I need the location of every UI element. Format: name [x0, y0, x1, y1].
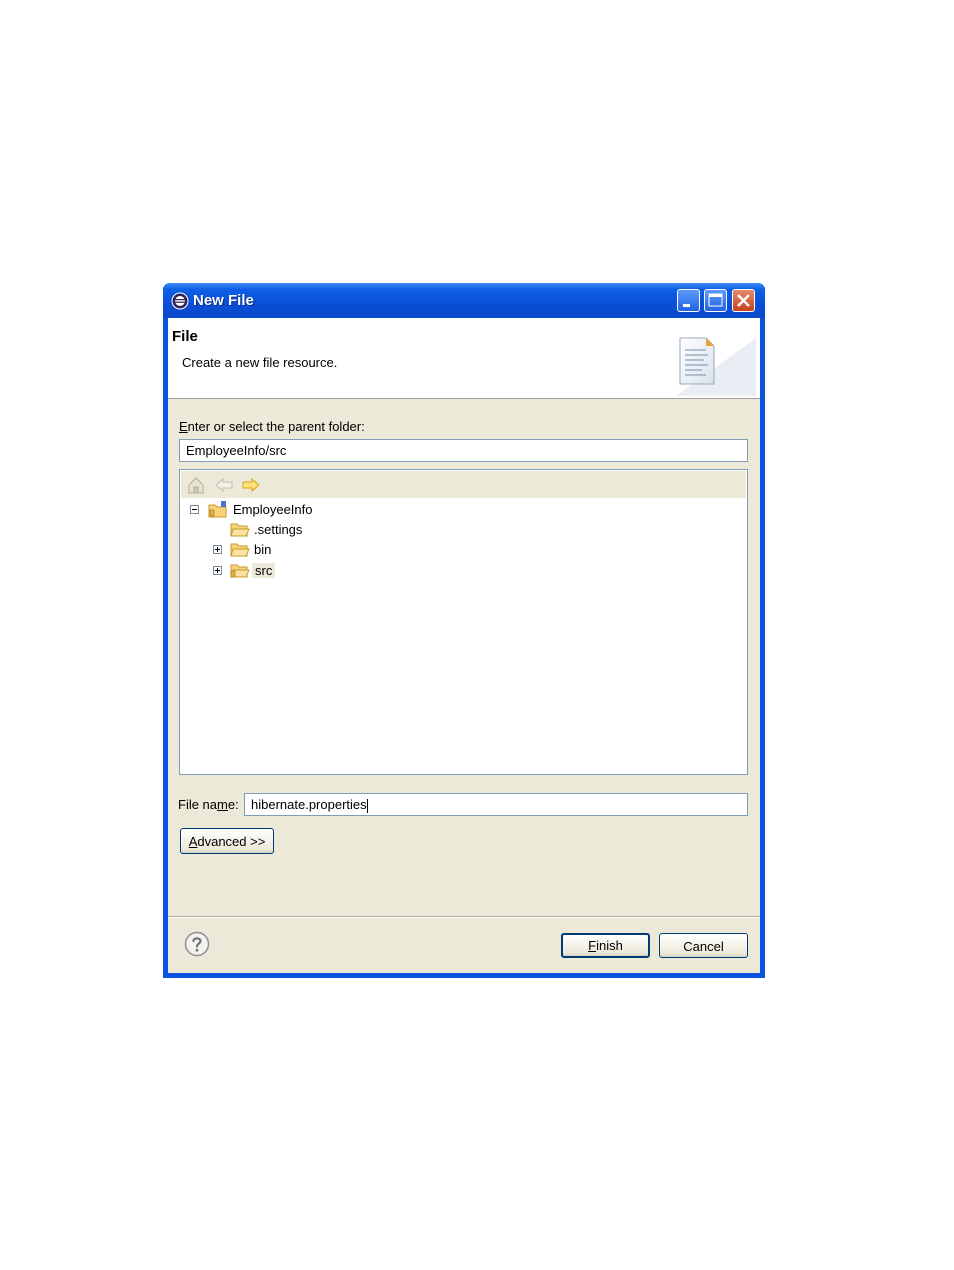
tree-toolbar — [181, 471, 746, 498]
file-name-label-post: e: — [227, 797, 239, 812]
file-name-label-accel: m — [217, 797, 228, 812]
window-title: New File — [193, 292, 254, 309]
expand-toggle[interactable] — [213, 545, 222, 554]
tree-item-src[interactable]: src — [213, 561, 413, 581]
advanced-button[interactable]: Advanced >> — [180, 828, 274, 854]
help-icon[interactable] — [184, 931, 210, 957]
source-folder-icon — [230, 564, 250, 578]
tree-item-employeeinfo[interactable]: EmployeeInfo — [190, 500, 390, 520]
eclipse-logo-icon — [171, 292, 189, 310]
footer-separator — [168, 916, 760, 918]
tree-item-label: src — [252, 563, 276, 578]
parent-folder-label-accel: E — [179, 419, 188, 434]
finish-button[interactable]: Finish — [561, 933, 650, 958]
expand-toggle[interactable] — [213, 566, 222, 575]
tree-item-settings[interactable]: .settings — [213, 520, 413, 540]
project-folder-icon — [208, 501, 227, 518]
tree-item-label: bin — [254, 542, 272, 557]
maximize-button[interactable] — [704, 289, 727, 312]
text-cursor — [366, 798, 368, 813]
finish-label: inish — [596, 938, 623, 953]
close-icon — [737, 294, 750, 307]
parent-folder-label-text: nter or select the parent folder: — [187, 419, 365, 434]
cancel-label: Cancel — [683, 939, 724, 954]
dialog-client-area: File Create a new file resource. Enter o… — [168, 318, 760, 973]
minimize-button[interactable] — [677, 289, 700, 312]
folder-icon — [230, 543, 250, 557]
wizard-page-title: File — [172, 328, 198, 345]
finish-accel: F — [588, 938, 597, 953]
back-arrow-icon[interactable] — [214, 475, 234, 495]
file-name-label: File name: — [178, 797, 239, 812]
forward-arrow-icon[interactable] — [241, 475, 261, 495]
cancel-button[interactable]: Cancel — [659, 933, 748, 958]
close-button[interactable] — [732, 289, 755, 312]
folder-tree[interactable]: EmployeeInfo .settings bin src — [179, 469, 748, 775]
minimize-icon — [683, 304, 690, 307]
tree-item-label: EmployeeInfo — [233, 502, 313, 517]
home-icon[interactable] — [186, 475, 206, 495]
collapse-toggle[interactable] — [190, 505, 199, 514]
title-bar[interactable]: New File — [163, 283, 765, 318]
maximize-icon — [708, 293, 723, 307]
file-name-input[interactable]: hibernate.properties — [244, 793, 748, 816]
tree-item-bin[interactable]: bin — [213, 540, 413, 560]
file-name-label-pre: File na — [178, 797, 218, 812]
parent-folder-input[interactable]: EmployeeInfo/src — [179, 439, 748, 462]
new-file-dialog: New File File Create a new file resource… — [163, 283, 765, 978]
new-file-banner-icon — [676, 337, 756, 396]
folder-icon — [230, 523, 250, 537]
wizard-header: File Create a new file resource. — [168, 318, 760, 399]
file-name-value: hibernate.properties — [251, 797, 367, 812]
tree-item-label: .settings — [254, 522, 303, 537]
parent-folder-label: Enter or select the parent folder: — [179, 419, 365, 434]
advanced-label: dvanced >> — [197, 834, 266, 849]
wizard-page-description: Create a new file resource. — [182, 355, 338, 370]
